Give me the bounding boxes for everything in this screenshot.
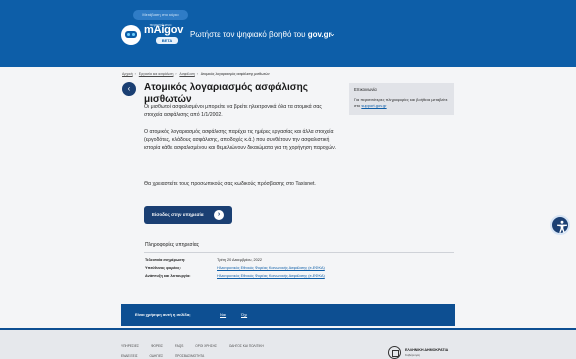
info-row-responsible: Υπεύθυνος φορέας: Ηλεκτρονικός Εθνικός Φ… xyxy=(145,266,325,270)
feedback-bar: Είναι χρήσιμη αυτή η σελίδα; Ναι Όχι xyxy=(121,304,455,326)
back-button[interactable]: ‹ xyxy=(122,82,136,96)
requirements-paragraph: Θα χρειαστείτε τους προσωπικούς σας κωδι… xyxy=(144,181,316,187)
site-header: Μετάβαση στο κύριο περιεχόμενο mAigov BE… xyxy=(0,0,576,67)
footer-link[interactable]: ΠΡΟΣΒΑΣΙΜΟΤΗΤΑ xyxy=(175,354,204,358)
footer-links-row: ΕΝΔΕΙΞΕΙΣ ΟΔΗΓΙΕΣ ΠΡΟΣΒΑΣΙΜΟΤΗΤΑ xyxy=(121,354,215,358)
breadcrumb-home[interactable]: Αρχική xyxy=(122,72,133,76)
arrow-left-icon: ‹ xyxy=(127,84,131,93)
breadcrumb: Αρχική › Εργασία και ασφάλιση › Ασφάλιση › … xyxy=(122,72,270,76)
footer-link[interactable]: ΟΡΟΙ ΧΡΗΣΗΣ xyxy=(195,344,217,348)
info-row-updated: Τελευταία ενημέρωση: Τρίτη 20 Δεκεμβρίου… xyxy=(145,258,262,262)
breadcrumb-insurance[interactable]: Ασφάλιση xyxy=(179,72,194,76)
site-footer: ΥΠΗΡΕΣΙΕΣ ΦΟΡΕΙΣ FAQS ΟΡΟΙ ΧΡΗΣΗΣ ΟΔΗΓΟΣ… xyxy=(0,328,576,359)
chevron-down-icon[interactable]: ⌄ xyxy=(329,29,336,38)
brand-name: mAigov xyxy=(144,24,184,36)
feedback-no-link[interactable]: Όχι xyxy=(241,312,247,317)
footer-link[interactable]: ΟΔΗΓΙΕΣ xyxy=(150,354,164,358)
footer-link[interactable]: ΕΝΔΕΙΞΕΙΣ xyxy=(121,354,138,358)
assistant-prompt[interactable]: Ρωτήστε τον ψηφιακό βοηθό του gov.gr xyxy=(190,30,332,39)
service-info-title: Πληροφορίες υπηρεσίας xyxy=(145,242,200,248)
maigov-logo[interactable]: mAigov BETA xyxy=(121,22,187,48)
contact-title: Επικοινωνία xyxy=(354,87,377,92)
intro-paragraph: Οι μισθωτοί ασφαλισμένοι μπορείτε να βρε… xyxy=(144,104,322,118)
footer-link[interactable]: ΥΠΗΡΕΣΙΕΣ xyxy=(121,344,139,348)
footer-link[interactable]: FAQS xyxy=(175,344,184,348)
efka-link[interactable]: Ηλεκτρονικός Εθνικός Φορέας Κοινωνικής Α… xyxy=(217,266,325,270)
contact-text: Για περισσότερες πληροφορίες και βοήθεια… xyxy=(354,97,448,108)
robot-icon xyxy=(121,25,141,45)
accessibility-button[interactable] xyxy=(550,215,570,235)
hellenic-republic-logo[interactable]: ΕΛΛΗΝΙΚΗ ΔΗΜΟΚΡΑΤΙΑ Κυβέρνηση xyxy=(388,346,458,359)
footer-link[interactable]: ΟΔΗΓΟΣ ΚΑΙ ΠΟΛΙΤΙΚΗ xyxy=(229,344,264,348)
contact-box: Επικοινωνία Για περισσότερες πληροφορίες… xyxy=(349,83,454,115)
enter-service-button[interactable]: Είσοδος στην υπηρεσία › xyxy=(144,206,232,224)
coat-of-arms-icon xyxy=(388,346,401,359)
feedback-yes-link[interactable]: Ναι xyxy=(220,312,226,317)
skip-link[interactable]: Μετάβαση στο κύριο περιεχόμενο xyxy=(133,10,188,27)
breadcrumb-current: Ατομικός λογαριασμός ασφάλισης μισθωτών xyxy=(200,72,270,76)
info-row-development: Ανάπτυξη και λειτουργία: Ηλεκτρονικός Εθ… xyxy=(145,274,325,278)
breadcrumb-work[interactable]: Εργασία και ασφάλιση xyxy=(139,72,174,76)
support-link[interactable]: support.gov.gr xyxy=(361,103,386,108)
beta-badge: BETA xyxy=(156,37,178,44)
enter-service-label: Είσοδος στην υπηρεσία xyxy=(152,212,204,217)
footer-links-row: ΥΠΗΡΕΣΙΕΣ ΦΟΡΕΙΣ FAQS ΟΡΟΙ ΧΡΗΣΗΣ ΟΔΗΓΟΣ… xyxy=(121,344,275,348)
accessibility-icon xyxy=(557,220,567,233)
divider xyxy=(144,252,454,253)
footer-link[interactable]: ΦΟΡΕΙΣ xyxy=(151,344,163,348)
description-paragraph: Ο ατομικός λογαριασμός ασφάλισης παρέχει… xyxy=(144,129,337,151)
efka-link[interactable]: Ηλεκτρονικός Εθνικός Φορέας Κοινωνικής Α… xyxy=(217,274,325,278)
arrow-right-icon: › xyxy=(214,210,224,220)
feedback-question: Είναι χρήσιμη αυτή η σελίδα; xyxy=(135,312,191,317)
